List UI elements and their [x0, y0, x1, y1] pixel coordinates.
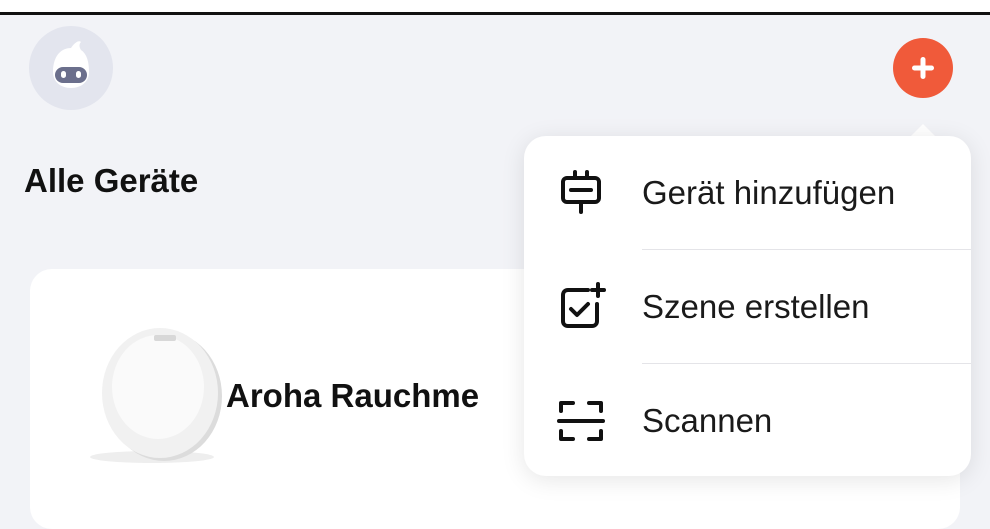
robot-avatar-icon — [53, 41, 89, 88]
menu-item-scan[interactable]: Scannen — [524, 364, 971, 477]
menu-item-create-scene[interactable]: Szene erstellen — [524, 250, 971, 363]
add-menu: Gerät hinzufügen Szene erstellen Scannen — [524, 136, 971, 476]
add-button[interactable] — [893, 38, 953, 98]
menu-item-add-device[interactable]: Gerät hinzufügen — [524, 136, 971, 249]
status-bar — [0, 0, 990, 15]
scan-icon — [554, 394, 608, 448]
app-screen: Alle Geräte Aroha Rauchme Gerät hinzufüg… — [0, 0, 990, 529]
add-device-icon — [554, 166, 608, 220]
menu-item-label: Scannen — [642, 401, 773, 439]
user-avatar[interactable] — [29, 26, 113, 110]
menu-item-label: Gerät hinzufügen — [642, 173, 896, 211]
smoke-detector-image — [90, 328, 222, 463]
plus-icon — [912, 57, 934, 79]
create-scene-icon — [554, 280, 608, 334]
menu-item-label: Szene erstellen — [642, 287, 870, 325]
device-name: Aroha Rauchme — [226, 377, 480, 414]
page-title: Alle Geräte — [24, 162, 199, 199]
